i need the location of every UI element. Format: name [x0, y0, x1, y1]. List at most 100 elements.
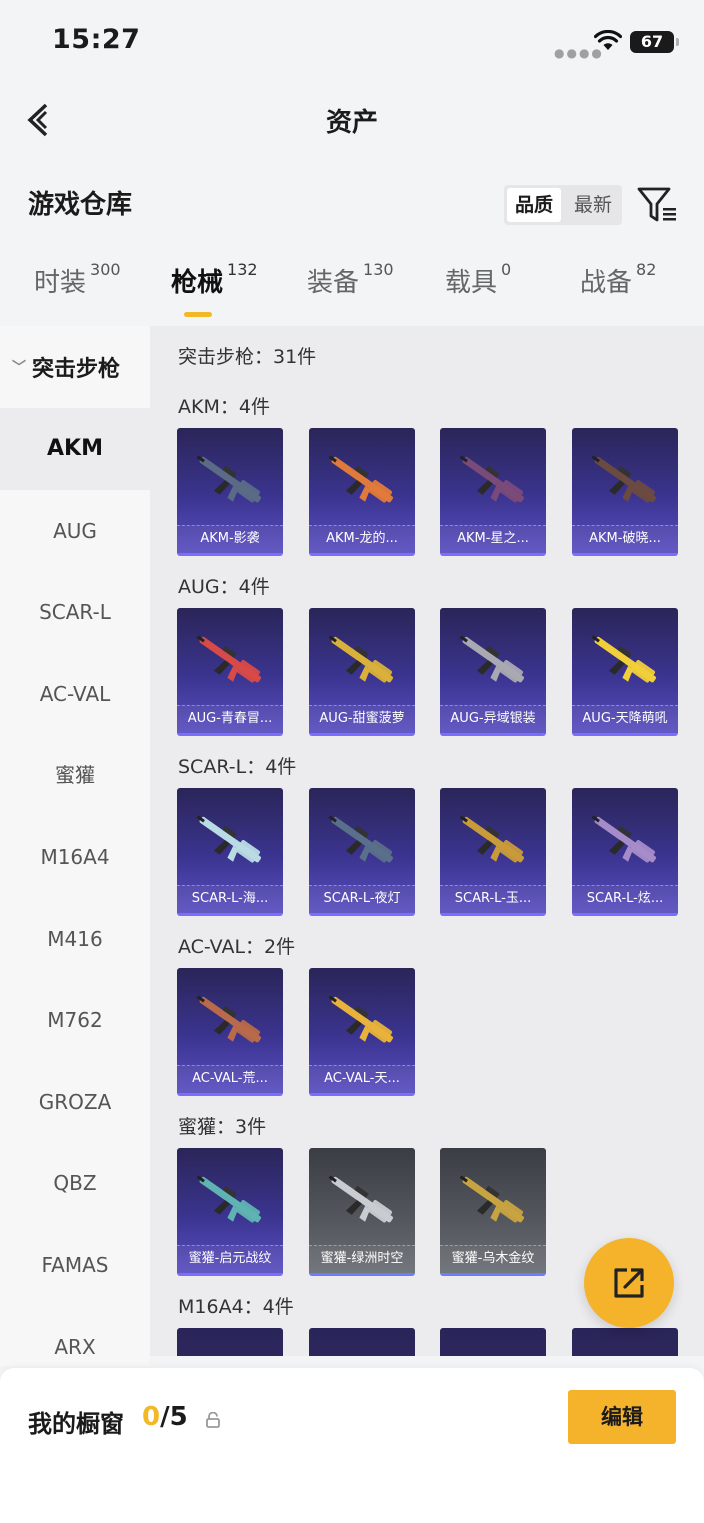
sort-toggle: 品质 最新 [504, 185, 622, 225]
weapon-skin-card[interactable]: AKM-龙的... [309, 428, 415, 556]
sort-latest-option[interactable]: 最新 [564, 185, 622, 225]
rifle-icon [328, 635, 393, 683]
weapon-skin-card[interactable]: SCAR-L-炫... [572, 788, 678, 916]
lock-icon [206, 1412, 220, 1428]
weapon-skin-card[interactable] [309, 1328, 415, 1356]
sidebar-item-[interactable]: 蜜獾 [0, 734, 150, 816]
tab-firearms[interactable]: 枪械 132 [171, 260, 258, 299]
weapon-skin-card[interactable] [177, 1328, 283, 1356]
share-icon [614, 1268, 644, 1298]
share-button[interactable] [584, 1238, 674, 1328]
weapon-sidebar: ﹀ 突击步枪 AKM AUG SCAR-L AC-VAL 蜜獾 M16A4 M416 M762… [0, 326, 150, 1366]
weapon-skin-card[interactable]: SCAR-L-玉... [440, 788, 546, 916]
edit-button[interactable]: 编辑 [568, 1390, 676, 1444]
sidebar-item-scar-l[interactable]: SCAR-L [0, 571, 150, 653]
weapon-skin-name: SCAR-L-夜灯 [309, 885, 415, 913]
sidebar-item-akm[interactable]: AKM [0, 408, 150, 490]
weapon-skin-name: 蜜獾-启元战纹 [177, 1245, 283, 1273]
sidebar-item-m416[interactable]: M416 [0, 898, 150, 980]
weapon-skin-card[interactable]: AKM-破晓... [572, 428, 678, 556]
section-header: M16A4：4件 [178, 1296, 294, 1318]
chevron-down-icon: ﹀ [12, 360, 26, 376]
sidebar-item-aug[interactable]: AUG [0, 490, 150, 572]
weapon-skin-card[interactable]: 蜜獾-启元战纹 [177, 1148, 283, 1276]
weapon-skin-card[interactable]: AKM-影袭 [177, 428, 283, 556]
rifle-icon [459, 815, 524, 863]
section-header: AC-VAL：2件 [178, 936, 296, 958]
weapon-skin-name: SCAR-L-海... [177, 885, 283, 913]
sidebar-item-m762[interactable]: M762 [0, 979, 150, 1061]
rifle-icon [196, 635, 261, 683]
section-header: 蜜獾：3件 [178, 1116, 267, 1138]
sidebar-item-groza[interactable]: GROZA [0, 1061, 150, 1143]
weapon-skin-card[interactable]: AUG-甜蜜菠萝 [309, 608, 415, 736]
rifle-icon [196, 455, 261, 503]
rifle-icon [591, 815, 656, 863]
rifle-icon [459, 635, 524, 683]
section-header: AKM：4件 [178, 396, 270, 418]
weapon-skin-card[interactable]: AUG-青春冒... [177, 608, 283, 736]
weapon-skin-card[interactable]: 蜜獾-乌木金纹 [440, 1148, 546, 1276]
section-header: SCAR-L：4件 [178, 756, 297, 778]
tab-vehicles[interactable]: 载具 0 [445, 260, 511, 299]
rifle-icon [459, 455, 524, 503]
weapon-skin-name: AUG-异域银装 [440, 705, 546, 733]
weapon-skin-name: 蜜獾-乌木金纹 [440, 1245, 546, 1273]
battery-icon: 67 [630, 31, 679, 53]
showcase-label: 我的橱窗 [28, 1410, 124, 1438]
weapon-skin-card[interactable]: AUG-异域银装 [440, 608, 546, 736]
weapon-skin-card[interactable]: AC-VAL-荒... [177, 968, 283, 1096]
weapon-skin-name: AKM-龙的... [309, 525, 415, 553]
rifle-icon [328, 455, 393, 503]
weapon-skin-name: AUG-甜蜜菠萝 [309, 705, 415, 733]
weapon-skin-name: AC-VAL-荒... [177, 1065, 283, 1093]
weapon-skin-name: AKM-破晓... [572, 525, 678, 553]
weapon-skin-name: AC-VAL-天... [309, 1065, 415, 1093]
weapon-skin-name: 蜜獾-绿洲时空 [309, 1245, 415, 1273]
weapon-skin-card[interactable]: 蜜獾-绿洲时空 [309, 1148, 415, 1276]
weapon-skin-card[interactable]: SCAR-L-海... [177, 788, 283, 916]
weapon-skin-card[interactable] [440, 1328, 546, 1356]
weapon-skin-name: AKM-星之... [440, 525, 546, 553]
tab-supplies[interactable]: 战备 82 [580, 260, 656, 299]
nav-bar: 资产 [0, 84, 704, 156]
sidebar-group-assault-rifles[interactable]: ﹀ 突击步枪 [0, 326, 150, 408]
category-tabs: 时装 300 枪械 132 装备 130 载具 0 战备 82 [0, 260, 704, 322]
rifle-icon [196, 815, 261, 863]
sidebar-item-m16a4[interactable]: M16A4 [0, 816, 150, 898]
rifle-icon [328, 1175, 393, 1223]
weapon-skin-card[interactable]: AUG-天降萌吼 [572, 608, 678, 736]
tab-fashion[interactable]: 时装 300 [34, 260, 121, 299]
sort-quality-option[interactable]: 品质 [507, 188, 562, 222]
page-title: 资产 [325, 108, 378, 138]
sidebar-item-famas[interactable]: FAMAS [0, 1224, 150, 1306]
weapon-skin-card[interactable]: AC-VAL-天... [309, 968, 415, 1096]
rifle-icon [459, 1175, 524, 1223]
rifle-icon [591, 455, 656, 503]
weapon-content: 突击步枪：31件 AKM：4件 AKM-影袭 AKM-龙的... AKM-星之... A… [150, 326, 704, 1356]
rifle-icon [196, 995, 261, 1043]
rifle-icon [196, 1175, 261, 1223]
category-summary: 突击步枪：31件 [178, 346, 317, 368]
weapon-skin-name: AKM-影袭 [177, 525, 283, 553]
weapon-skin-card[interactable] [572, 1328, 678, 1356]
warehouse-title: 游戏仓库 [28, 190, 133, 220]
weapon-skin-name: AUG-天降萌吼 [572, 705, 678, 733]
showcase-panel: 我的橱窗 0/5 编辑 [0, 1368, 704, 1523]
filter-icon[interactable] [636, 184, 678, 226]
weapon-skin-card[interactable]: SCAR-L-夜灯 [309, 788, 415, 916]
sidebar-item-arx[interactable]: ARX [0, 1306, 150, 1366]
weapon-skin-name: SCAR-L-炫... [572, 885, 678, 913]
sidebar-item-qbz[interactable]: QBZ [0, 1142, 150, 1224]
section-header: AUG：4件 [178, 576, 270, 598]
active-tab-indicator [184, 312, 212, 317]
rifle-icon [328, 815, 393, 863]
status-bar: 15:27 ●●●● 67 [0, 0, 704, 84]
sidebar-item-ac-val[interactable]: AC-VAL [0, 653, 150, 735]
showcase-count: 0/5 [142, 1402, 188, 1432]
rifle-icon [591, 635, 656, 683]
rifle-icon [328, 995, 393, 1043]
tab-equipment[interactable]: 装备 130 [307, 260, 394, 299]
weapon-skin-card[interactable]: AKM-星之... [440, 428, 546, 556]
weapon-skin-name: SCAR-L-玉... [440, 885, 546, 913]
